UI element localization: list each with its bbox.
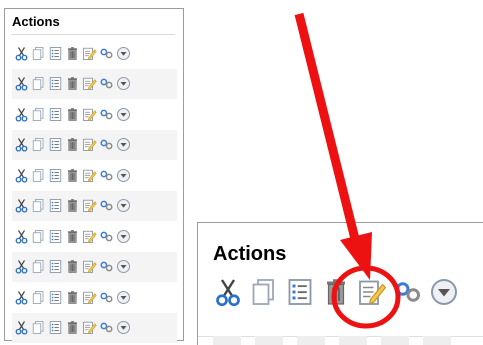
list-icon[interactable]: [285, 277, 315, 307]
delete-icon[interactable]: [65, 76, 80, 91]
delete-icon[interactable]: [65, 198, 80, 213]
more-icon[interactable]: [116, 168, 131, 183]
more-icon[interactable]: [116, 76, 131, 91]
copy-icon[interactable]: [249, 277, 279, 307]
more-icon[interactable]: [116, 320, 131, 335]
delete-icon[interactable]: [65, 320, 80, 335]
link-icon[interactable]: [99, 290, 114, 305]
copy-icon[interactable]: [31, 107, 46, 122]
cut-icon[interactable]: [14, 229, 29, 244]
actions-panel: Actions: [4, 8, 184, 343]
cut-icon[interactable]: [14, 320, 29, 335]
cut-icon[interactable]: [14, 168, 29, 183]
link-icon[interactable]: [99, 229, 114, 244]
link-icon[interactable]: [99, 46, 114, 61]
link-icon[interactable]: [99, 168, 114, 183]
delete-icon[interactable]: [65, 290, 80, 305]
zoomed-actions-panel: Actions: [197, 222, 483, 345]
list-icon[interactable]: [48, 107, 63, 122]
list-icon[interactable]: [48, 320, 63, 335]
actions-row: [12, 68, 177, 99]
delete-icon[interactable]: [65, 46, 80, 61]
list-icon[interactable]: [48, 229, 63, 244]
edit-icon[interactable]: [82, 259, 97, 274]
edit-icon[interactable]: [82, 198, 97, 213]
copy-icon[interactable]: [31, 76, 46, 91]
delete-icon[interactable]: [65, 137, 80, 152]
edit-icon[interactable]: [82, 290, 97, 305]
edit-icon[interactable]: [82, 107, 97, 122]
cut-icon[interactable]: [14, 259, 29, 274]
cut-icon[interactable]: [14, 46, 29, 61]
link-icon[interactable]: [99, 107, 114, 122]
list-icon[interactable]: [48, 259, 63, 274]
link-icon[interactable]: [393, 277, 423, 307]
edit-icon[interactable]: [82, 168, 97, 183]
more-icon[interactable]: [429, 277, 459, 307]
delete-icon[interactable]: [65, 259, 80, 274]
more-icon[interactable]: [116, 198, 131, 213]
copy-icon[interactable]: [31, 290, 46, 305]
actions-rows: [12, 38, 177, 343]
actions-row: [12, 282, 177, 313]
actions-row: [12, 251, 177, 282]
cut-icon[interactable]: [14, 76, 29, 91]
edit-icon[interactable]: [82, 137, 97, 152]
cut-icon[interactable]: [14, 137, 29, 152]
copy-icon[interactable]: [31, 168, 46, 183]
list-icon[interactable]: [48, 290, 63, 305]
link-icon[interactable]: [99, 320, 114, 335]
actions-row: [12, 221, 177, 252]
copy-icon[interactable]: [31, 46, 46, 61]
list-icon[interactable]: [48, 46, 63, 61]
more-icon[interactable]: [116, 229, 131, 244]
cut-icon[interactable]: [213, 277, 243, 307]
more-icon[interactable]: [116, 290, 131, 305]
link-icon[interactable]: [99, 76, 114, 91]
delete-icon[interactable]: [321, 277, 351, 307]
zoomed-actions-row: [213, 277, 465, 307]
link-icon[interactable]: [99, 137, 114, 152]
copy-icon[interactable]: [31, 137, 46, 152]
list-icon[interactable]: [48, 76, 63, 91]
link-icon[interactable]: [99, 259, 114, 274]
actions-row: [12, 129, 177, 160]
copy-icon[interactable]: [31, 198, 46, 213]
list-icon[interactable]: [48, 168, 63, 183]
delete-icon[interactable]: [65, 107, 80, 122]
actions-row: [12, 312, 177, 343]
copy-icon[interactable]: [31, 259, 46, 274]
edit-icon[interactable]: [357, 277, 387, 307]
link-icon[interactable]: [99, 198, 114, 213]
more-icon[interactable]: [116, 46, 131, 61]
zoomed-actions-header: Actions: [213, 243, 287, 265]
copy-icon[interactable]: [31, 320, 46, 335]
more-icon[interactable]: [116, 137, 131, 152]
delete-icon[interactable]: [65, 229, 80, 244]
cut-icon[interactable]: [14, 198, 29, 213]
copy-icon[interactable]: [31, 229, 46, 244]
edit-icon[interactable]: [82, 76, 97, 91]
header-divider: [11, 34, 175, 35]
actions-row: [12, 99, 177, 130]
edit-icon[interactable]: [82, 46, 97, 61]
more-icon[interactable]: [116, 107, 131, 122]
partial-next-row: [213, 336, 451, 345]
actions-row: [12, 190, 177, 221]
cut-icon[interactable]: [14, 107, 29, 122]
edit-icon[interactable]: [82, 320, 97, 335]
list-icon[interactable]: [48, 137, 63, 152]
more-icon[interactable]: [116, 259, 131, 274]
actions-row: [12, 160, 177, 191]
cut-icon[interactable]: [14, 290, 29, 305]
edit-icon[interactable]: [82, 229, 97, 244]
actions-row: [12, 38, 177, 69]
delete-icon[interactable]: [65, 168, 80, 183]
list-icon[interactable]: [48, 198, 63, 213]
actions-header: Actions: [12, 14, 60, 29]
